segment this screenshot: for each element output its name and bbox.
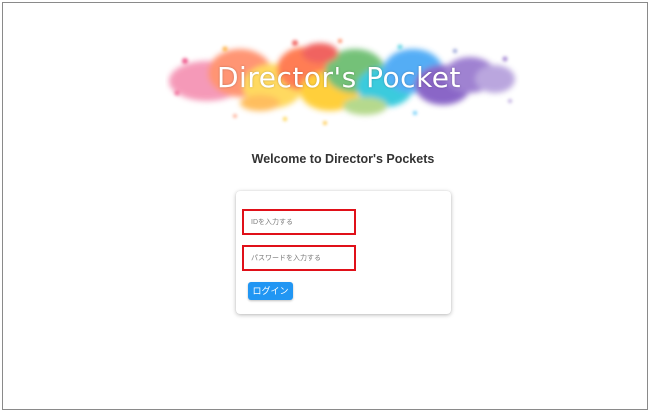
logo-text: Director's Pocket xyxy=(217,61,461,94)
login-card: ログイン xyxy=(236,191,451,314)
id-input[interactable] xyxy=(244,211,354,233)
password-input[interactable] xyxy=(244,247,354,269)
page-title: Welcome to Director's Pockets xyxy=(251,152,435,166)
logo: Director's Pocket xyxy=(165,31,520,135)
login-button[interactable]: ログイン xyxy=(248,282,293,300)
id-field-container xyxy=(242,209,356,235)
password-field-container xyxy=(242,245,356,271)
app-window: Director's Pocket Welcome to Director's … xyxy=(2,2,648,410)
